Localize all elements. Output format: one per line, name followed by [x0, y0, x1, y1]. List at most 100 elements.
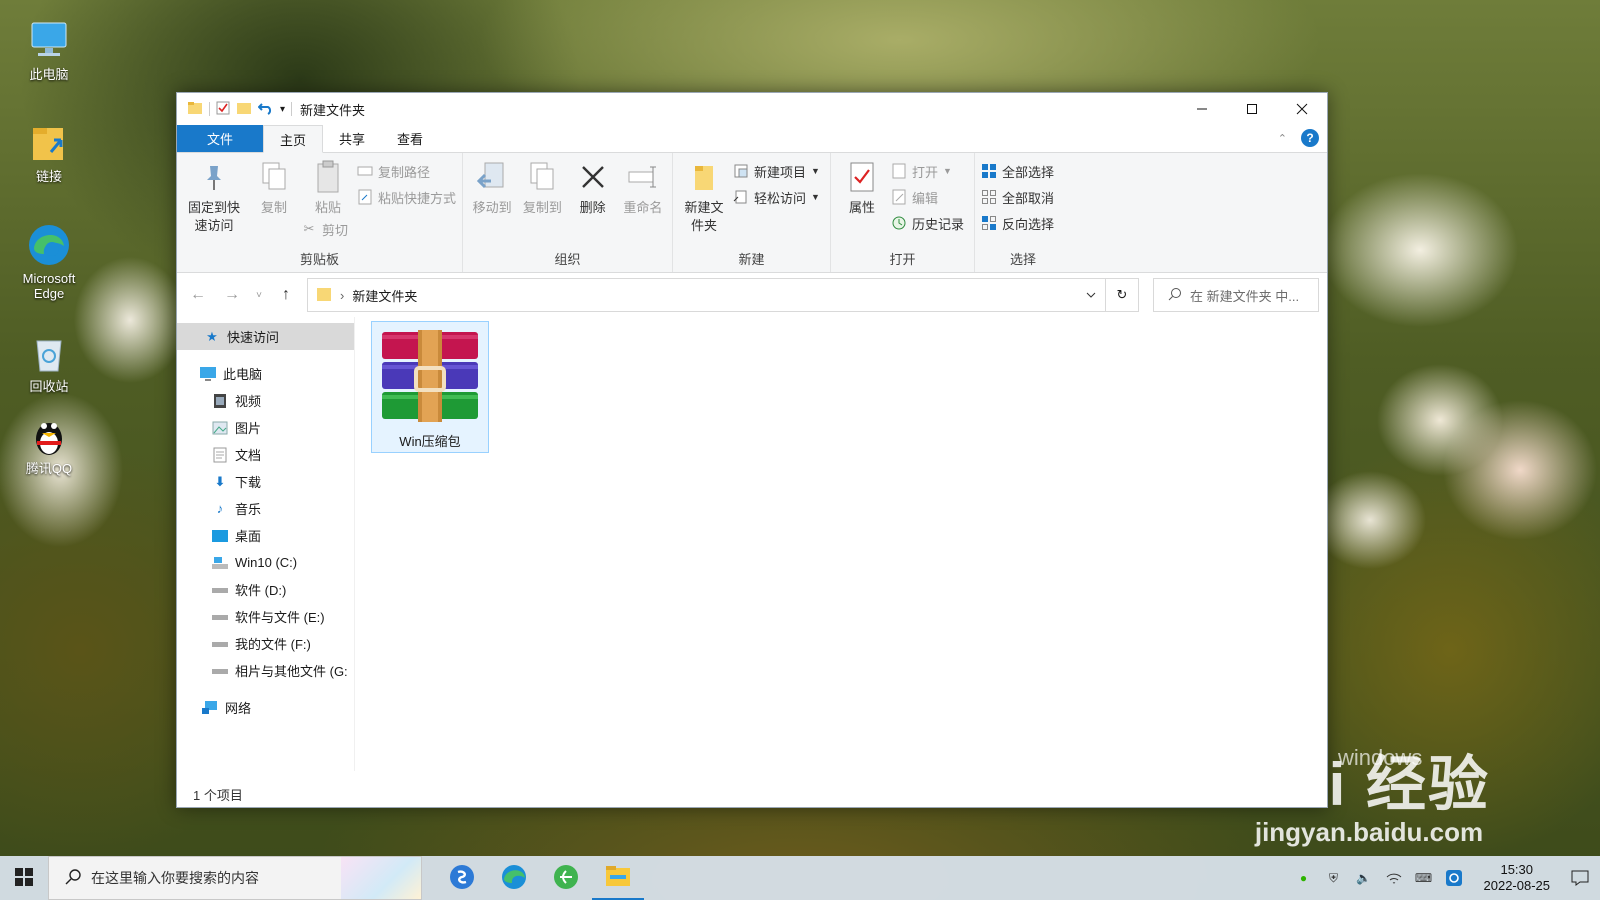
nav-item-desktop[interactable]: 桌面 [177, 522, 354, 549]
nav-item-label: Win10 (C:) [235, 555, 298, 570]
breadcrumb-current[interactable]: 新建文件夹 [352, 286, 417, 305]
tab-home[interactable]: 主页 [263, 125, 324, 153]
help-icon[interactable]: ? [1301, 129, 1319, 147]
undo-icon[interactable] [257, 101, 274, 118]
close-button[interactable] [1277, 93, 1327, 125]
desktop-icon-qq[interactable]: 腾讯QQ [12, 412, 86, 476]
clock[interactable]: 15:30 2022-08-25 [1484, 862, 1551, 894]
drive-icon [211, 608, 229, 626]
new-folder-icon[interactable] [236, 101, 252, 118]
nav-item-label: 软件与文件 (E:) [235, 610, 325, 625]
system-drive-icon [211, 554, 229, 572]
desktop-icon-link[interactable]: 链接 [12, 120, 86, 184]
edge-icon [26, 222, 72, 268]
up-button[interactable]: ↑ [273, 282, 299, 308]
computer-icon [26, 18, 72, 64]
desktop-icon-edge[interactable]: Microsoft Edge [12, 222, 86, 301]
nav-item-drive-g[interactable]: 相片与其他文件 (G: [177, 657, 354, 684]
new-group: 新建文件夹 新建项目 ▼ 轻松访问 ▼ 新建 [673, 153, 831, 272]
recycle-bin-icon [26, 330, 72, 376]
search-input[interactable]: 在 新建文件夹 中... [1153, 278, 1319, 312]
address-history-chevron-icon[interactable] [1077, 292, 1105, 298]
nav-item-downloads[interactable]: ⬇ 下载 [177, 468, 354, 495]
forward-button[interactable]: → [219, 282, 245, 308]
nav-item-label: 相片与其他文件 (G: [235, 664, 348, 679]
select-group: 全部选择 全部取消 反向选择 选择 [975, 153, 1071, 272]
minimize-button[interactable] [1177, 93, 1227, 125]
tab-share[interactable]: 共享 [323, 125, 381, 152]
paste-shortcut-button[interactable]: 粘贴快捷方式 [357, 187, 456, 207]
dropdown-arrow-icon: ▼ [943, 166, 952, 176]
paste-label: 粘贴 [314, 200, 341, 215]
nav-item-videos[interactable]: 视频 [177, 387, 354, 414]
easy-access-label: 轻松访问 [754, 190, 807, 206]
copy-label: 复制 [260, 200, 287, 215]
cut-button[interactable]: ✂ 剪切 [301, 219, 456, 239]
address-bar[interactable]: › 新建文件夹 [307, 278, 1106, 312]
refresh-button[interactable]: ↻ [1105, 278, 1139, 312]
nav-item-label: 图片 [235, 421, 262, 436]
nav-item-this-pc[interactable]: 此电脑 [177, 360, 354, 387]
security-shield-icon[interactable]: ⛨ [1324, 868, 1344, 888]
collapse-ribbon-icon[interactable]: ⌃ [1278, 132, 1287, 145]
nav-item-pictures[interactable]: 图片 [177, 414, 354, 441]
easy-access-button[interactable]: 轻松访问 ▼ [733, 187, 820, 207]
nav-item-drive-e[interactable]: 软件与文件 (E:) [177, 603, 354, 630]
title-bar: ▾ 新建文件夹 [177, 93, 1327, 125]
file-item[interactable]: Win压缩包 [371, 321, 489, 453]
taskbar-app-edge[interactable] [488, 856, 540, 900]
tab-file[interactable]: 文件 [177, 125, 264, 152]
taskbar-search-input[interactable]: 在这里输入你要搜索的内容 [48, 856, 422, 900]
notification-center-icon[interactable] [1570, 868, 1590, 888]
properties-label: 属性 [848, 200, 875, 215]
status-bar: 1 个项目 [177, 781, 1327, 807]
nav-item-label: 音乐 [235, 502, 262, 517]
wifi-icon[interactable] [1384, 868, 1404, 888]
select-all-button[interactable]: 全部选择 [981, 161, 1054, 181]
taskbar-app-file-explorer[interactable] [592, 856, 644, 900]
nav-item-drive-c[interactable]: Win10 (C:) [177, 549, 354, 576]
select-all-icon [981, 163, 997, 179]
start-button[interactable] [0, 856, 48, 900]
desktop-icon-this-pc[interactable]: 此电脑 [12, 18, 86, 82]
input-method-icon[interactable]: ⌨ [1414, 868, 1434, 888]
desktop-icon-recycle-bin[interactable]: 回收站 [12, 330, 86, 394]
tray-app-icon[interactable] [1444, 868, 1464, 888]
select-none-button[interactable]: 全部取消 [981, 187, 1054, 207]
paste-shortcut-label: 粘贴快捷方式 [378, 190, 457, 206]
open-button[interactable]: 打开 ▼ [891, 161, 964, 181]
properties-check-icon[interactable] [216, 101, 230, 118]
recent-locations-icon[interactable]: ˅ [253, 282, 265, 308]
nav-item-drive-f[interactable]: 我的文件 (F:) [177, 630, 354, 657]
nav-item-drive-d[interactable]: 软件 (D:) [177, 576, 354, 603]
nav-item-music[interactable]: ♪ 音乐 [177, 495, 354, 522]
history-label: 历史记录 [912, 216, 965, 232]
nav-item-label: 文档 [235, 448, 262, 463]
history-clock-icon [891, 215, 907, 231]
nav-item-documents[interactable]: 文档 [177, 441, 354, 468]
nav-item-quick-access[interactable]: ★ 快速访问 [177, 323, 354, 350]
download-arrow-icon: ⬇ [214, 473, 226, 489]
tab-view[interactable]: 查看 [381, 125, 439, 152]
taskbar-app-sogou[interactable] [436, 856, 488, 900]
star-icon: ★ [206, 328, 218, 344]
edit-button[interactable]: 编辑 [891, 187, 964, 207]
drive-icon [211, 581, 229, 599]
maximize-button[interactable] [1227, 93, 1277, 125]
back-button[interactable]: ← [185, 282, 211, 308]
taskbar-app-browser[interactable] [540, 856, 592, 900]
customize-dropdown-icon[interactable]: ▾ [280, 104, 285, 115]
wechat-icon[interactable]: ● [1294, 868, 1314, 888]
refresh-icon: ↻ [1116, 287, 1128, 302]
folder-icon [316, 286, 332, 305]
history-button[interactable]: 历史记录 [891, 213, 964, 233]
music-note-icon: ♪ [216, 501, 224, 516]
select-group-label: 选择 [1009, 252, 1036, 267]
nav-item-network[interactable]: 网络 [177, 694, 354, 721]
volume-icon[interactable]: 🔈 [1354, 868, 1374, 888]
invert-selection-button[interactable]: 反向选择 [981, 213, 1054, 233]
window-controls [1177, 93, 1327, 125]
desktop-icon-label: 腾讯QQ [25, 461, 73, 476]
copy-path-button[interactable]: 复制路径 [357, 161, 456, 181]
new-item-button[interactable]: 新建项目 ▼ [733, 161, 820, 181]
